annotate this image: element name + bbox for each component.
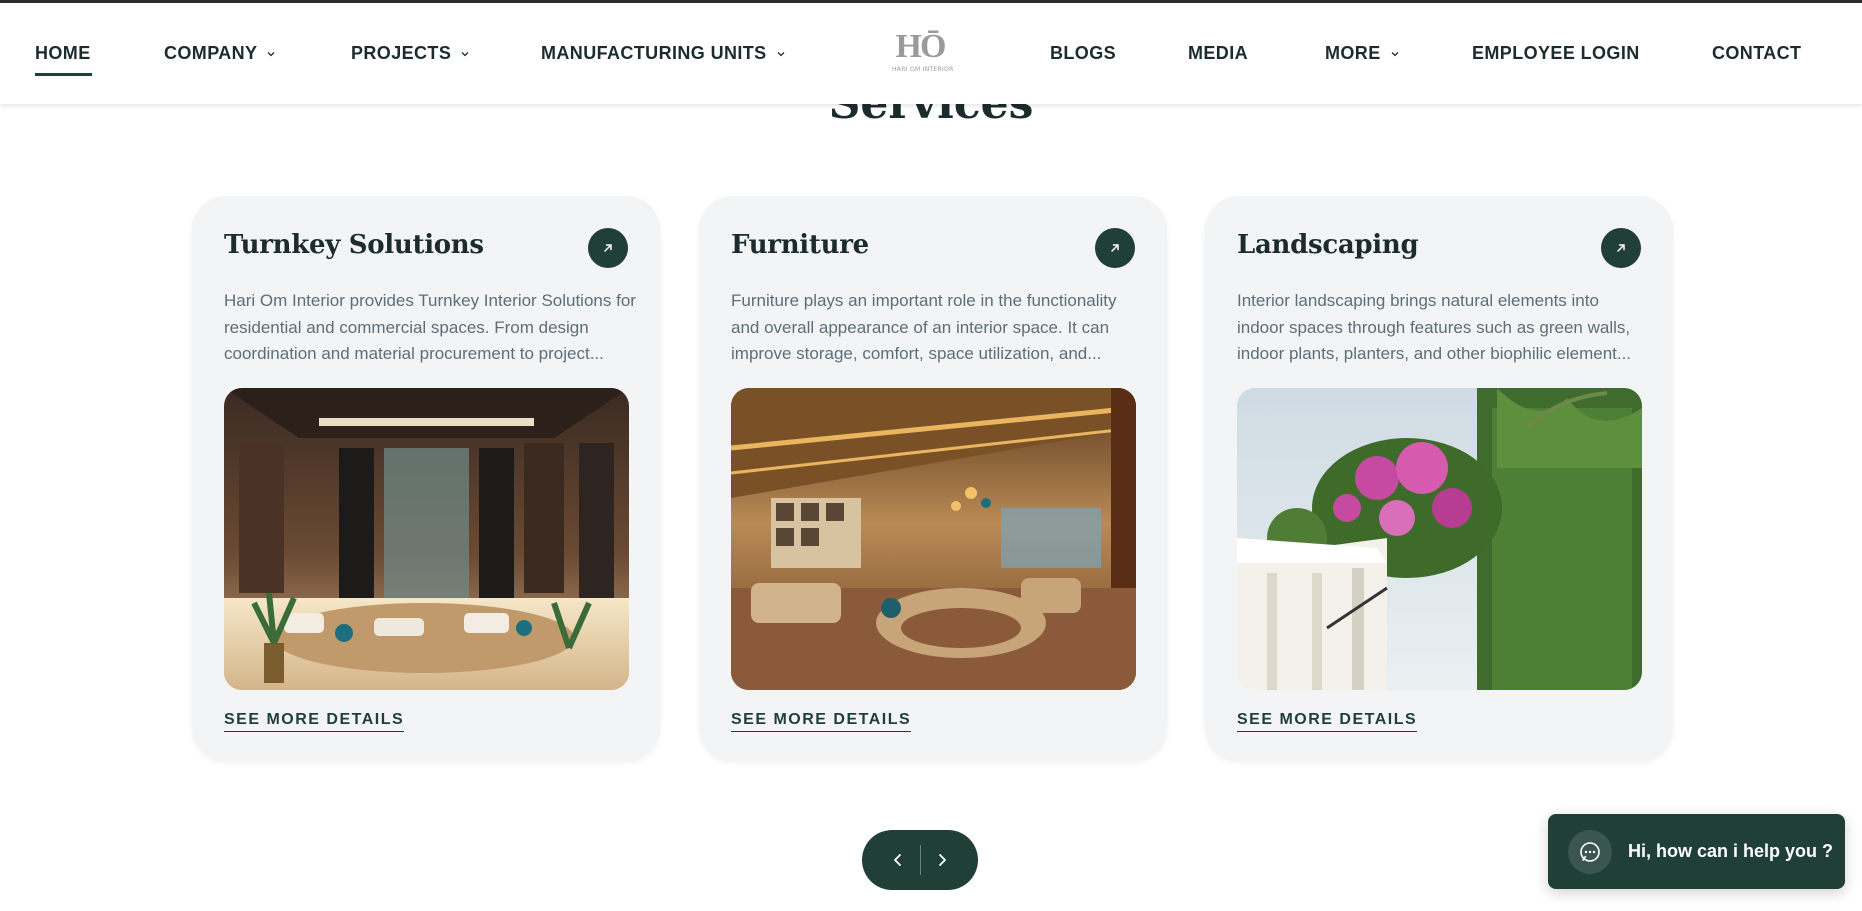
- slider-next-button[interactable]: [926, 844, 958, 876]
- card-title: Furniture: [731, 230, 869, 260]
- chat-widget-label: Hi, how can i help you ?: [1628, 841, 1834, 861]
- nav-home-label: HOME: [35, 43, 91, 63]
- nav-more[interactable]: MORE: [1325, 43, 1401, 64]
- card-description: Hari Om Interior provides Turnkey Interi…: [224, 291, 636, 363]
- nav-contact[interactable]: CONTACT: [1712, 43, 1801, 64]
- arrow-up-right-icon: [604, 244, 612, 252]
- site-header: HOME COMPANY PROJECTS MANUFACTURING UNIT…: [0, 3, 1862, 104]
- see-more-details-link[interactable]: SEE MORE DETAILS: [1237, 711, 1418, 732]
- nav-more-label: MORE: [1325, 43, 1381, 63]
- card-arrow-button[interactable]: [1601, 228, 1641, 268]
- service-card-landscaping: Landscaping Interior landscaping brings …: [1205, 196, 1673, 760]
- service-card-furniture: Furniture Furniture plays an important r…: [699, 196, 1167, 760]
- card-description: Interior landscaping brings natural elem…: [1237, 291, 1632, 363]
- see-more-details-link[interactable]: SEE MORE DETAILS: [731, 711, 912, 732]
- nav-projects-label: PROJECTS: [351, 43, 452, 63]
- card-image-lobby: [224, 388, 629, 690]
- card-arrow-button[interactable]: [588, 228, 628, 268]
- card-title: Landscaping: [1237, 230, 1419, 260]
- slider-navigation: [862, 830, 978, 890]
- nav-active-underline: [35, 73, 92, 76]
- card-arrow-button[interactable]: [1095, 228, 1135, 268]
- card-image-garden: [1237, 388, 1642, 690]
- nav-blogs[interactable]: BLOGS: [1050, 43, 1116, 64]
- nav-media[interactable]: MEDIA: [1188, 43, 1248, 64]
- chevron-right-icon: [939, 854, 946, 866]
- slider-divider: [919, 845, 921, 875]
- slider-prev-button[interactable]: [882, 844, 914, 876]
- nav-manufacturing-units-label: MANUFACTURING UNITS: [541, 43, 767, 63]
- logo-mark: HŌ: [895, 28, 947, 65]
- card-image-lounge: [731, 388, 1136, 690]
- nav-company-label: COMPANY: [164, 43, 258, 63]
- chevron-down-icon: [777, 51, 785, 56]
- chat-widget-button[interactable]: Hi, how can i help you ?: [1548, 814, 1845, 889]
- chevron-left-icon: [894, 854, 901, 866]
- nav-manufacturing-units[interactable]: MANUFACTURING UNITS: [541, 43, 787, 64]
- chevron-down-icon: [268, 51, 275, 56]
- nav-employee-login[interactable]: EMPLOYEE LOGIN: [1472, 43, 1640, 64]
- service-card-turnkey: Turnkey Solutions Hari Om Interior provi…: [192, 196, 660, 760]
- nav-company[interactable]: COMPANY: [164, 43, 277, 64]
- card-title: Turnkey Solutions: [224, 230, 484, 260]
- chevron-down-icon: [1391, 51, 1399, 56]
- site-logo[interactable]: HŌ HARI OM INTERIOR: [892, 28, 954, 79]
- see-more-details-link[interactable]: SEE MORE DETAILS: [224, 711, 405, 732]
- nav-employee-login-label: EMPLOYEE LOGIN: [1472, 43, 1640, 63]
- logo-subtitle: HARI OM INTERIOR: [892, 66, 954, 73]
- card-description: Furniture plays an important role in the…: [731, 291, 1117, 363]
- nav-media-label: MEDIA: [1188, 43, 1248, 63]
- chat-bubble-icon: [1568, 829, 1612, 874]
- arrow-up-right-icon: [1111, 244, 1119, 252]
- chevron-down-icon: [461, 51, 469, 56]
- nav-contact-label: CONTACT: [1712, 43, 1802, 63]
- nav-projects[interactable]: PROJECTS: [351, 43, 471, 64]
- nav-blogs-label: BLOGS: [1050, 43, 1117, 63]
- arrow-up-right-icon: [1617, 244, 1625, 252]
- nav-home[interactable]: HOME: [35, 43, 92, 76]
